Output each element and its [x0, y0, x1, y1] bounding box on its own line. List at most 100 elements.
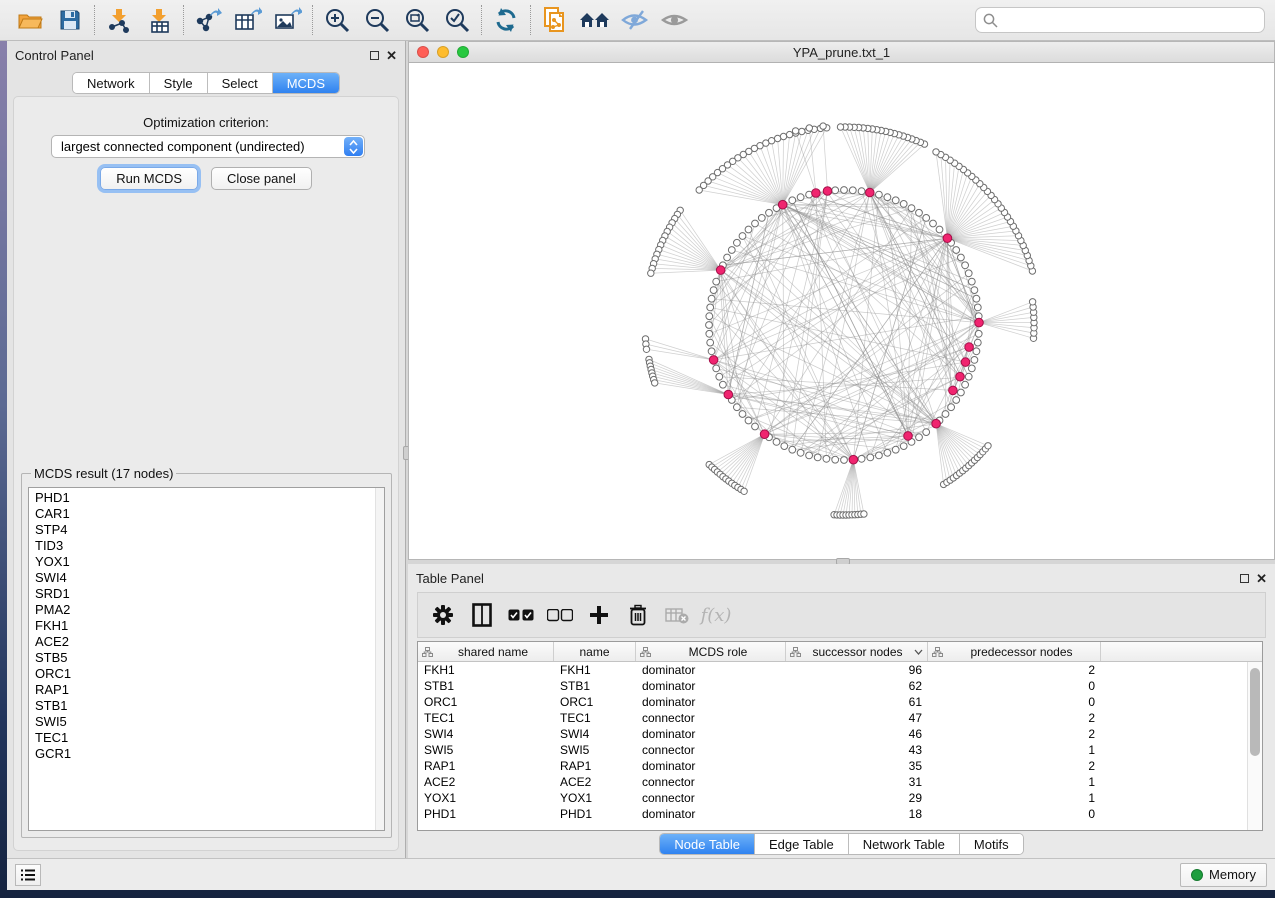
mcds-result-item[interactable]: TEC1: [35, 730, 384, 746]
graph-node[interactable]: [734, 404, 741, 411]
graph-node[interactable]: [741, 488, 747, 494]
mcds-result-item[interactable]: ACE2: [35, 634, 384, 650]
graph-node[interactable]: [916, 209, 923, 216]
table-row[interactable]: ACE2ACE2connector311: [418, 774, 1262, 790]
graph-node[interactable]: [643, 346, 649, 352]
graph-node[interactable]: [745, 417, 752, 424]
graph-hub-node[interactable]: [716, 266, 725, 275]
mcds-result-item[interactable]: FKH1: [35, 618, 384, 634]
graph-hub-node[interactable]: [949, 386, 958, 395]
graph-node[interactable]: [876, 452, 883, 459]
mcds-result-item[interactable]: GCR1: [35, 746, 384, 762]
tab-node-table[interactable]: Node Table: [660, 834, 755, 854]
graph-node[interactable]: [739, 411, 746, 418]
table-settings-button[interactable]: [428, 598, 458, 632]
graph-node[interactable]: [916, 434, 923, 441]
export-table-button[interactable]: [228, 3, 268, 37]
zoom-selected-button[interactable]: [437, 3, 477, 37]
tab-style[interactable]: Style: [150, 73, 208, 93]
graph-node[interactable]: [752, 220, 759, 227]
graph-node[interactable]: [849, 187, 856, 194]
graph-node[interactable]: [974, 339, 981, 346]
zoom-fit-button[interactable]: [397, 3, 437, 37]
tab-network[interactable]: Network: [73, 73, 150, 93]
show-columns-button[interactable]: [467, 598, 497, 632]
graph-node[interactable]: [876, 191, 883, 198]
graph-node[interactable]: [1029, 299, 1035, 305]
graph-hub-node[interactable]: [724, 390, 733, 399]
graph-node[interactable]: [773, 439, 780, 446]
import-table-button[interactable]: [139, 3, 179, 37]
graph-node[interactable]: [858, 455, 865, 462]
graph-hub-node[interactable]: [760, 430, 769, 439]
graph-node[interactable]: [858, 188, 865, 195]
table-row[interactable]: PHD1PHD1dominator180: [418, 806, 1262, 822]
mcds-result-item[interactable]: CAR1: [35, 506, 384, 522]
export-network-button[interactable]: [188, 3, 228, 37]
graph-node[interactable]: [958, 389, 965, 396]
graph-node[interactable]: [900, 443, 907, 450]
graph-node[interactable]: [752, 423, 759, 430]
column-header-successor-nodes[interactable]: successor nodes: [786, 642, 928, 661]
table-row[interactable]: YOX1YOX1connector291: [418, 790, 1262, 806]
graph-node[interactable]: [908, 205, 915, 212]
tab-edge-table[interactable]: Edge Table: [755, 834, 849, 854]
deselect-all-button[interactable]: [545, 598, 575, 632]
graph-node[interactable]: [716, 373, 723, 380]
graph-node[interactable]: [892, 446, 899, 453]
graph-node[interactable]: [975, 330, 982, 337]
delete-table-button[interactable]: [662, 598, 692, 632]
graph-node[interactable]: [781, 443, 788, 450]
graph-hub-node[interactable]: [823, 187, 832, 196]
graph-node[interactable]: [953, 397, 960, 404]
graph-hub-node[interactable]: [943, 234, 952, 243]
table-row[interactable]: SWI4SWI4dominator462: [418, 726, 1262, 742]
graph-hub-node[interactable]: [904, 432, 913, 441]
graph-node[interactable]: [707, 304, 714, 311]
column-header-MCDS-role[interactable]: MCDS role: [636, 642, 786, 661]
graph-node[interactable]: [962, 381, 969, 388]
duplicate-network-button[interactable]: [535, 3, 575, 37]
tab-network-table[interactable]: Network Table: [849, 834, 960, 854]
search-input[interactable]: [975, 7, 1265, 33]
graph-node[interactable]: [774, 135, 780, 141]
select-all-button[interactable]: [506, 598, 536, 632]
graph-node[interactable]: [728, 247, 735, 254]
graph-node[interactable]: [965, 270, 972, 277]
graph-node[interactable]: [739, 233, 746, 240]
float-panel-icon[interactable]: [370, 51, 379, 60]
graph-node[interactable]: [823, 455, 830, 462]
memory-button[interactable]: Memory: [1180, 863, 1267, 887]
graph-hub-node[interactable]: [965, 343, 974, 352]
eye-button[interactable]: [655, 3, 695, 37]
table-row[interactable]: ORC1ORC1dominator610: [418, 694, 1262, 710]
graph-node[interactable]: [708, 295, 715, 302]
graph-node[interactable]: [706, 322, 713, 329]
graph-node[interactable]: [974, 304, 981, 311]
graph-node[interactable]: [933, 149, 939, 155]
homes-button[interactable]: [575, 3, 615, 37]
graph-node[interactable]: [948, 404, 955, 411]
graph-node[interactable]: [745, 226, 752, 233]
graph-node[interactable]: [900, 201, 907, 208]
column-header-predecessor-nodes[interactable]: predecessor nodes: [928, 642, 1101, 661]
graph-node[interactable]: [884, 449, 891, 456]
mcds-result-item[interactable]: YOX1: [35, 554, 384, 570]
graph-node[interactable]: [923, 215, 930, 222]
task-history-button[interactable]: [15, 864, 41, 886]
mcds-result-item[interactable]: SWI4: [35, 570, 384, 586]
graph-node[interactable]: [707, 339, 714, 346]
mcds-result-item[interactable]: STP4: [35, 522, 384, 538]
tab-select[interactable]: Select: [208, 73, 273, 93]
graph-node[interactable]: [786, 131, 792, 137]
graph-node[interactable]: [965, 373, 972, 380]
table-row[interactable]: TEC1TEC1connector472: [418, 710, 1262, 726]
graph-node[interactable]: [985, 443, 991, 449]
run-mcds-button[interactable]: Run MCDS: [100, 167, 198, 190]
function-builder-button[interactable]: f(x): [701, 598, 731, 632]
graph-hub-node[interactable]: [849, 455, 858, 464]
graph-hub-node[interactable]: [709, 356, 718, 365]
graph-node[interactable]: [973, 348, 980, 355]
graph-node[interactable]: [971, 287, 978, 294]
graph-hub-node[interactable]: [956, 372, 965, 381]
